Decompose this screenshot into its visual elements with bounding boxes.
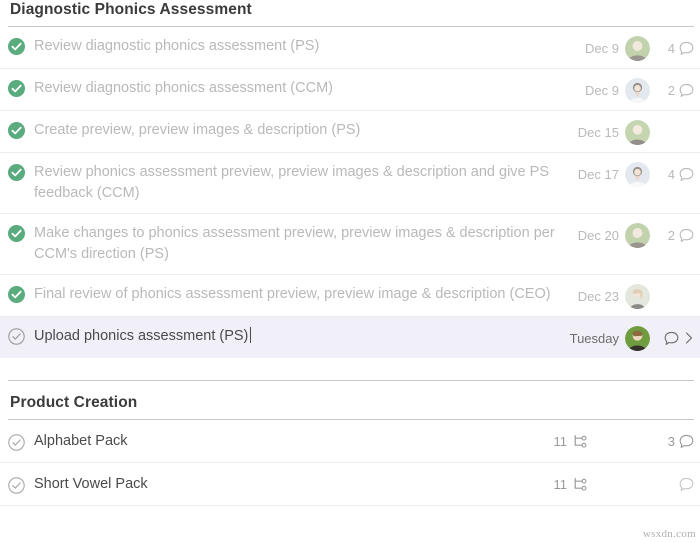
check-circle-filled-icon[interactable] [8, 122, 25, 139]
product-list: Alphabet Pack 11 3 Short Vowel Pack 11 [0, 420, 700, 506]
avatar[interactable] [625, 35, 650, 61]
subtask-cell[interactable]: 11 [554, 476, 589, 492]
due-date[interactable]: Tuesday [570, 331, 619, 346]
text-cursor [250, 327, 252, 343]
task-row[interactable]: Review diagnostic phonics assessment (CC… [0, 69, 700, 111]
product-row[interactable]: Short Vowel Pack 11 [0, 463, 700, 506]
subtask-tree-icon[interactable] [572, 433, 588, 449]
task-row[interactable]: Create preview, preview images & descrip… [0, 111, 700, 153]
section-diagnostic-phonics-assessment: Diagnostic Phonics Assessment Review dia… [0, 0, 700, 358]
task-title: Final review of phonics assessment previ… [34, 286, 551, 302]
task-meta: Dec 9 4 [585, 35, 694, 61]
comment-cell[interactable] [650, 331, 694, 346]
task-title: Review phonics assessment preview, previ… [34, 164, 549, 201]
comment-cell[interactable]: 3 [650, 434, 694, 449]
comment-count: 2 [667, 227, 675, 243]
task-title-text: Upload phonics assessment (PS) [34, 328, 249, 344]
task-title: Create preview, preview images & descrip… [34, 122, 361, 138]
comment-count: 3 [667, 433, 675, 449]
watermark: wsxdn.com [642, 528, 696, 540]
task-meta: Dec 20 2 [578, 222, 694, 248]
avatar[interactable] [625, 325, 650, 351]
comment-bubble-icon[interactable] [679, 434, 694, 449]
task-row[interactable]: Make changes to phonics assessment previ… [0, 214, 700, 275]
due-date[interactable]: Dec 9 [585, 83, 619, 98]
check-circle-outline-icon[interactable] [8, 433, 25, 451]
avatar[interactable] [625, 77, 650, 103]
task-title: Review diagnostic phonics assessment (CC… [34, 80, 333, 96]
chevron-right-icon[interactable] [684, 331, 694, 345]
comment-cell[interactable]: 4 [650, 41, 694, 56]
comment-cell[interactable]: 2 [650, 228, 694, 243]
section-product-creation: Product Creation Alphabet Pack 11 3 Shor… [0, 380, 700, 506]
avatar[interactable] [625, 161, 650, 187]
task-meta: Dec 15 [578, 119, 694, 145]
task-meta: Dec 9 2 [585, 77, 694, 103]
comment-bubble-icon[interactable] [679, 228, 694, 243]
section-title: Product Creation [10, 394, 138, 411]
product-title: Alphabet Pack [34, 433, 128, 449]
comment-bubble-icon[interactable] [664, 331, 679, 346]
comment-cell[interactable]: 4 [650, 167, 694, 182]
product-row[interactable]: Alphabet Pack 11 3 [0, 420, 700, 463]
check-circle-filled-icon[interactable] [8, 38, 25, 55]
task-row[interactable]: Final review of phonics assessment previ… [0, 275, 700, 317]
check-circle-outline-icon[interactable] [8, 476, 25, 494]
subtask-tree-icon[interactable] [572, 476, 588, 492]
task-row[interactable]: Review diagnostic phonics assessment (PS… [0, 27, 700, 69]
product-title: Short Vowel Pack [34, 476, 148, 492]
avatar[interactable] [625, 119, 650, 145]
task-row[interactable]: Review phonics assessment preview, previ… [0, 153, 700, 214]
task-meta: Dec 17 4 [578, 161, 694, 187]
due-date[interactable]: Dec 9 [585, 41, 619, 56]
task-title-editable[interactable]: Upload phonics assessment (PS) [34, 326, 570, 347]
task-list-diagnostic: Review diagnostic phonics assessment (PS… [0, 27, 700, 358]
task-list-page: Diagnostic Phonics Assessment Review dia… [0, 0, 700, 542]
due-date[interactable]: Dec 15 [578, 125, 619, 140]
due-date[interactable]: Dec 23 [578, 289, 619, 304]
avatar[interactable] [625, 283, 650, 309]
comment-bubble-icon[interactable] [679, 83, 694, 98]
comment-bubble-icon[interactable] [679, 41, 694, 56]
task-meta: Tuesday [570, 325, 694, 351]
check-circle-filled-icon[interactable] [8, 225, 25, 242]
avatar[interactable] [625, 222, 650, 248]
comment-cell[interactable] [650, 477, 694, 492]
subtask-cell[interactable]: 11 [554, 433, 589, 449]
check-circle-filled-icon[interactable] [8, 286, 25, 303]
check-circle-outline-icon[interactable] [8, 328, 25, 345]
task-meta: Dec 23 [578, 283, 694, 309]
comment-count: 4 [667, 40, 675, 56]
comment-count: 4 [667, 166, 675, 182]
due-date[interactable]: Dec 17 [578, 167, 619, 182]
subtask-count: 11 [553, 476, 568, 492]
task-row-selected[interactable]: Upload phonics assessment (PS) Tuesday [0, 317, 700, 358]
comment-bubble-icon[interactable] [679, 477, 694, 492]
due-date[interactable]: Dec 20 [578, 228, 619, 243]
check-circle-filled-icon[interactable] [8, 164, 25, 181]
comment-count: 2 [667, 82, 675, 98]
task-title: Make changes to phonics assessment previ… [34, 225, 555, 262]
comment-bubble-icon[interactable] [679, 167, 694, 182]
subtask-count: 11 [553, 433, 568, 449]
section-title: Diagnostic Phonics Assessment [10, 1, 252, 18]
check-circle-filled-icon[interactable] [8, 80, 25, 97]
task-title: Review diagnostic phonics assessment (PS… [34, 38, 320, 54]
comment-cell[interactable]: 2 [650, 83, 694, 98]
